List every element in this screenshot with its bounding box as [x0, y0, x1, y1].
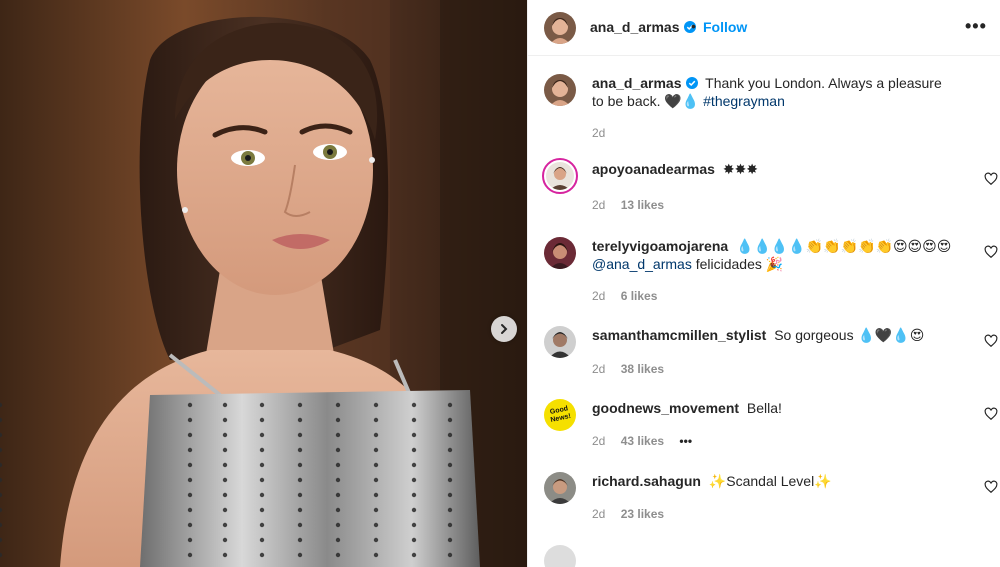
next-image-button[interactable] [491, 316, 517, 342]
header-username[interactable]: ana_d_armas [590, 19, 680, 35]
heart-icon[interactable] [984, 480, 998, 494]
caption-time[interactable]: 2d [592, 126, 605, 140]
profile-picture [544, 237, 576, 269]
comment-options-icon[interactable]: ••• [679, 434, 692, 448]
avatar[interactable] [544, 545, 576, 567]
comment-time[interactable]: 2d [592, 507, 605, 521]
heart-icon[interactable] [984, 245, 998, 259]
comment-time[interactable]: 2d [592, 362, 605, 376]
comment-text: Bella! [746, 400, 782, 416]
avatar[interactable] [544, 12, 576, 44]
profile-picture [546, 162, 574, 190]
mention-link[interactable]: @ana_d_armas [592, 256, 692, 272]
caption-meta: 2d [592, 126, 617, 140]
post-image [0, 0, 527, 567]
comment-meta: 2d 38 likes [592, 362, 676, 376]
avatar[interactable] [544, 237, 576, 269]
caption-text-block: ana_d_armas Thank you London. Always a p… [592, 74, 952, 110]
post-side-panel: ana_d_armas • Follow ••• ana_d_armas Tha… [527, 0, 1000, 567]
comment-row: Good News! goodnews_movement Bella! 2d 4… [544, 399, 998, 455]
comment-row: apoyoanadearmas ✸✸✸ 2d 13 likes [542, 158, 998, 220]
portrait-illustration [0, 0, 527, 567]
comment-username[interactable]: richard.sahagun [592, 473, 701, 489]
comment-likes[interactable]: 13 likes [621, 198, 664, 212]
comment-likes[interactable]: 43 likes [621, 434, 664, 448]
post-caption: ana_d_armas Thank you London. Always a p… [544, 74, 984, 144]
comment-likes[interactable]: 38 likes [621, 362, 664, 376]
profile-picture [544, 472, 576, 504]
comment-likes[interactable]: 23 likes [621, 507, 664, 521]
header-username-link[interactable]: ana_d_armas [590, 19, 696, 35]
avatar[interactable] [544, 326, 576, 358]
verified-badge-icon [685, 77, 698, 89]
comment-username[interactable]: apoyoanadearmas [592, 161, 715, 177]
hashtag-link[interactable]: #thegrayman [703, 93, 785, 109]
avatar[interactable] [544, 74, 576, 106]
comment-meta: 2d 6 likes [592, 289, 669, 303]
heart-icon[interactable] [984, 172, 998, 186]
comment-likes[interactable]: 6 likes [621, 289, 658, 303]
comment-text: So gorgeous 💧🖤💧😍 [774, 327, 925, 343]
comment-username[interactable]: samanthamcmillen_stylist [592, 327, 766, 343]
comment-text: ✨Scandal Level✨ [708, 473, 832, 489]
comment-time[interactable]: 2d [592, 198, 605, 212]
caption-username[interactable]: ana_d_armas [592, 75, 682, 91]
comment-row: richard.sahagun ✨Scandal Level✨ 2d 23 li… [544, 472, 998, 528]
comment-text-continued: felicidades 🎉 [695, 256, 784, 272]
comment-text-block: richard.sahagun ✨Scandal Level✨ [592, 472, 952, 490]
comment-text: 💧💧💧💧👏👏👏👏👏😍😍😍😍 [736, 238, 952, 254]
comment-text: ✸✸✸ [722, 161, 759, 177]
chevron-right-icon [501, 324, 508, 334]
avatar[interactable]: Good News! [544, 399, 576, 431]
profile-picture [544, 12, 576, 44]
comment-meta: 2d 13 likes [592, 198, 676, 212]
avatar[interactable] [544, 472, 576, 504]
heart-icon[interactable] [984, 334, 998, 348]
avatar[interactable] [542, 158, 578, 194]
more-options-icon[interactable]: ••• [965, 16, 987, 37]
heart-icon[interactable] [984, 407, 998, 421]
comment-username[interactable]: terelyvigoamojarena [592, 238, 728, 254]
comment-meta: 2d 23 likes [592, 507, 676, 521]
comment-row: samanthamcmillen_stylist So gorgeous 💧🖤💧… [544, 326, 998, 382]
comment-row: terelyvigoamojarena 💧💧💧💧👏👏👏👏👏😍😍😍😍 @ana_d… [544, 237, 998, 307]
profile-picture [544, 326, 576, 358]
comment-text-block: terelyvigoamojarena 💧💧💧💧👏👏👏👏👏😍😍😍😍 @ana_d… [592, 237, 952, 273]
separator-dot: • [691, 18, 696, 34]
comment-time[interactable]: 2d [592, 434, 605, 448]
comment-time[interactable]: 2d [592, 289, 605, 303]
post-header: ana_d_armas • Follow ••• [528, 0, 1000, 56]
profile-picture [544, 74, 576, 106]
comment-text-block: goodnews_movement Bella! [592, 399, 952, 417]
follow-button[interactable]: Follow [703, 19, 747, 35]
avatar-logo-text: Good News! [549, 405, 572, 424]
comment-text-block: samanthamcmillen_stylist So gorgeous 💧🖤💧… [592, 326, 952, 344]
comment-meta: 2d 43 likes ••• [592, 434, 704, 448]
comment-username[interactable]: goodnews_movement [592, 400, 739, 416]
comment-text-block: apoyoanadearmas ✸✸✸ [592, 160, 952, 178]
